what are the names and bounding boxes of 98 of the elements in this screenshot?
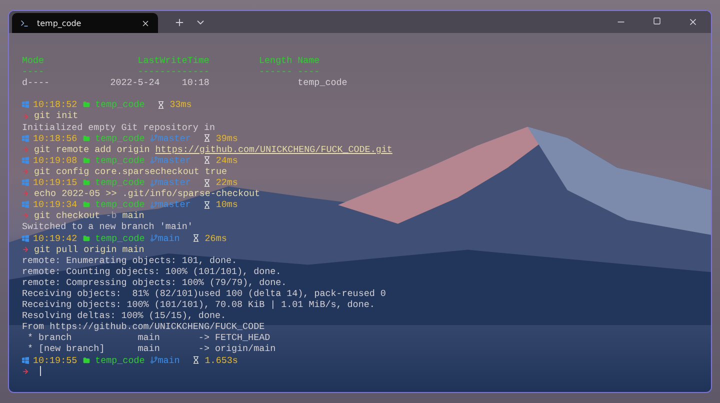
arrow-icon xyxy=(22,146,29,153)
hourglass-icon xyxy=(202,200,211,209)
output-line: * [new branch] main -> origin/main xyxy=(26,343,276,355)
folder-icon xyxy=(83,156,90,164)
command-text: git checkout xyxy=(34,210,102,222)
listing-cell-text: temp_code xyxy=(296,77,348,88)
prompt-directory: temp_code xyxy=(95,99,145,110)
command-duration: 10ms xyxy=(216,199,238,210)
prompt-time: 10:18:56 xyxy=(33,132,78,144)
prompt-branch: master xyxy=(158,154,191,166)
header-underline: ------ xyxy=(258,66,292,78)
windows-logo-icon xyxy=(22,179,29,186)
prompt-branch: master xyxy=(158,132,191,144)
prompt-time: 10:19:15 xyxy=(33,177,78,188)
prompt-branch: master xyxy=(158,199,191,210)
terminal-tab[interactable]: temp_code xyxy=(12,13,158,33)
output-line: Resolving deltas: 100% (15/15), done. xyxy=(22,310,226,322)
prompt-directory: temp_code xyxy=(95,132,145,144)
terminal-icon xyxy=(20,18,29,28)
prompt-directory: temp_code xyxy=(95,354,145,366)
prompt-branch: main xyxy=(158,354,180,366)
arrow-icon xyxy=(22,168,29,175)
command-duration: 33ms xyxy=(170,99,192,110)
folder-icon xyxy=(83,101,90,108)
repository-link[interactable]: https://github.com/UNICKCHENG/FUCK_CODE.git xyxy=(155,144,392,155)
header-underline: ---- xyxy=(22,66,46,78)
windows-logo-icon xyxy=(22,201,29,208)
prompt-time: 10:19:55 xyxy=(33,354,78,366)
arrow-icon xyxy=(22,368,29,375)
hourglass-icon xyxy=(192,234,200,242)
command-duration: 1.653s xyxy=(204,354,238,366)
output-line: remote: Counting objects: 100% (101/101), done. xyxy=(22,266,282,277)
prompt-time: 10:19:34 xyxy=(33,199,78,210)
output-line: Receiving objects: 81% (82/101)used 100 (delta 14), pack-reused 0 xyxy=(22,288,386,300)
output-line: Switched to a new branch 'main' xyxy=(22,221,193,232)
column-header: Name xyxy=(296,55,321,66)
windows-logo-icon xyxy=(22,156,29,164)
hourglass-icon xyxy=(192,356,200,364)
arrow-icon xyxy=(22,190,29,198)
column-header: LastWriteTime xyxy=(136,55,210,66)
branch-icon xyxy=(150,156,158,164)
command-duration: 22ms xyxy=(216,177,238,188)
header-underline: ------------- xyxy=(136,66,210,78)
listing-cell-text: 2022-5-24 10:18 xyxy=(109,77,210,88)
branch-icon xyxy=(150,134,158,142)
prompt-time: 10:19:08 xyxy=(33,154,78,166)
arrow-icon xyxy=(22,246,29,253)
arrow-icon xyxy=(22,112,29,120)
prompt-directory: temp_code xyxy=(95,154,145,166)
column-header: Length xyxy=(258,55,292,66)
branch-icon xyxy=(150,200,158,209)
windows-logo-icon xyxy=(22,134,29,142)
prompt-branch: master xyxy=(158,177,191,188)
branch-icon xyxy=(150,234,158,242)
prompt-branch: main xyxy=(158,232,180,244)
command-text: main xyxy=(121,210,144,222)
listing-cell-text: d---- xyxy=(22,77,51,88)
prompt-directory: temp_code xyxy=(95,199,145,210)
output-line: Receiving objects: 100% (101/101), 70.08 KiB | 1.01 MiB/s, done. xyxy=(22,299,375,310)
command-duration: 26ms xyxy=(204,232,227,244)
output-line: remote: Enumerating objects: 101, done. xyxy=(22,254,238,266)
text-cursor xyxy=(40,366,41,376)
output-line: Initialized empty Git repository in xyxy=(22,122,215,133)
tab-title: temp_code xyxy=(37,18,82,28)
prompt-directory: temp_code xyxy=(95,177,145,188)
close-tab-icon[interactable] xyxy=(141,18,150,28)
command-text: git remote add origin xyxy=(34,144,151,155)
command-text: git init xyxy=(34,110,78,122)
branch-icon xyxy=(150,178,158,187)
command-duration: 24ms xyxy=(216,154,238,166)
folder-icon xyxy=(83,234,90,242)
windows-logo-icon xyxy=(22,356,29,364)
windows-logo-icon xyxy=(22,101,29,108)
output-line: remote: Compressing objects: 100% (79/79), done. xyxy=(22,276,287,288)
hourglass-icon xyxy=(202,134,211,142)
column-header: Mode xyxy=(22,55,46,66)
branch-icon xyxy=(150,356,158,364)
header-underline: ---- xyxy=(296,66,321,78)
hourglass-icon xyxy=(202,156,211,164)
prompt-time: 10:18:52 xyxy=(33,99,78,110)
command-text: git config core.sparsecheckout true xyxy=(34,166,227,178)
windows-logo-icon xyxy=(22,234,29,242)
output-line: * branch main -> FETCH_HEAD xyxy=(26,332,270,344)
arrow-icon xyxy=(22,212,29,220)
command-text: git pull origin main xyxy=(34,244,144,255)
output-line: From https://github.com/UNICKCHENG/FUCK_CODE xyxy=(22,321,265,332)
hourglass-icon xyxy=(202,178,211,187)
command-option-text: -b xyxy=(106,210,117,222)
folder-icon xyxy=(83,201,90,208)
prompt-directory: temp_code xyxy=(95,232,145,244)
command-text: echo 2022-05 >> .git/info/sparse-checkout xyxy=(34,188,260,200)
new-tab-icon[interactable] xyxy=(174,17,185,28)
hourglass-icon xyxy=(156,100,165,109)
folder-icon xyxy=(83,179,90,186)
prompt-time: 10:19:42 xyxy=(33,232,78,244)
command-duration: 39ms xyxy=(216,132,238,144)
folder-icon xyxy=(83,134,90,142)
folder-icon xyxy=(83,356,90,364)
